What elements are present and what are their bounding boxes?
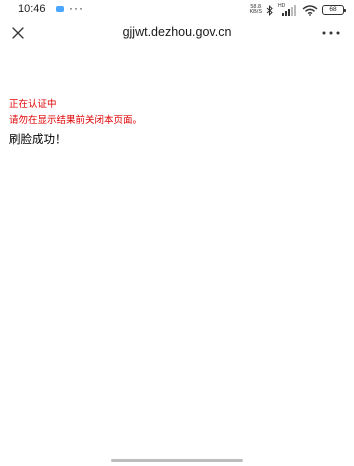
home-indicator[interactable] (111, 459, 243, 462)
notification-icon (56, 6, 64, 12)
status-icons: 58.8 KB/S HD 68 (249, 2, 346, 16)
auth-status-text: 正在认证中 (9, 99, 57, 110)
close-icon[interactable] (10, 25, 26, 41)
more-notifications: ··· (69, 1, 84, 15)
signal-label: HD (278, 2, 286, 9)
battery-icon: 68 (322, 5, 346, 15)
page-url-title: gjjwt.dezhou.gov.cn (122, 25, 232, 39)
face-auth-success-text: 刷脸成功！ (9, 132, 67, 146)
signal-group: HD (278, 2, 298, 16)
more-icon[interactable] (320, 25, 342, 41)
do-not-close-warning: 请勿在显示结果前关闭本页面。 (9, 115, 143, 126)
bluetooth-icon (266, 4, 273, 16)
browser-nav-bar: gjjwt.dezhou.gov.cn (0, 20, 354, 46)
status-time: 10:46 (18, 3, 46, 15)
network-speed: 58.8 KB/S (249, 4, 262, 16)
page-content: 正在认证中 请勿在显示结果前关闭本页面。 刷脸成功！ (9, 97, 344, 148)
status-bar: 10:46 ··· 58.8 KB/S HD 68 (0, 0, 354, 20)
wifi-icon (302, 4, 318, 16)
network-speed-unit: KB/S (249, 9, 262, 15)
battery-level: 68 (329, 6, 337, 13)
